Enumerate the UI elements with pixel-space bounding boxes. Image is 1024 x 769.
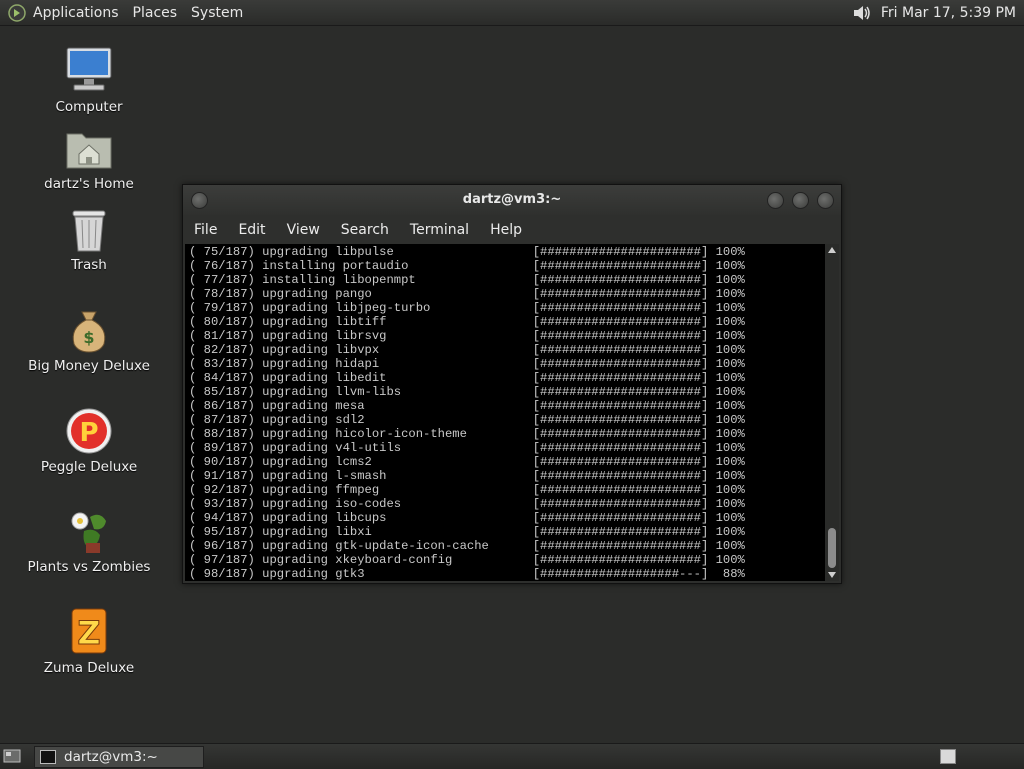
- scroll-down-arrow-icon[interactable]: [828, 572, 836, 578]
- scroll-up-arrow-icon[interactable]: [828, 247, 836, 253]
- volume-icon[interactable]: [851, 2, 873, 24]
- menu-search[interactable]: Search: [341, 222, 389, 238]
- desktop-icon-label: Trash: [71, 257, 107, 273]
- svg-text:$: $: [83, 328, 94, 347]
- terminal-line: ( 91/187) upgrading l-smash [###########…: [189, 469, 745, 483]
- svg-text:Z: Z: [77, 614, 100, 652]
- close-button[interactable]: [817, 192, 834, 209]
- terminal-line: ( 82/187) upgrading libvpx [############…: [189, 343, 745, 357]
- terminal-line: ( 76/187) installing portaudio [########…: [189, 259, 745, 273]
- scrollbar-thumb[interactable]: [828, 528, 836, 568]
- computer-icon: [66, 47, 112, 91]
- desktop-icon-home[interactable]: dartz's Home: [14, 128, 164, 192]
- system-menu[interactable]: System: [191, 5, 243, 21]
- desktop-icon-plants-vs-zombies[interactable]: Plants vs Zombies: [14, 507, 164, 575]
- terminal-line: ( 83/187) upgrading hidapi [############…: [189, 357, 745, 371]
- maximize-button[interactable]: [792, 192, 809, 209]
- peggle-icon: P: [66, 408, 112, 454]
- terminal-line: ( 78/187) upgrading pango [#############…: [189, 287, 745, 301]
- desktop-icon-label: dartz's Home: [44, 176, 134, 192]
- desktop-icon-label: Zuma Deluxe: [43, 660, 135, 676]
- terminal-line: ( 87/187) upgrading sdl2 [##############…: [189, 413, 745, 427]
- minimize-button[interactable]: [767, 192, 784, 209]
- desktop-icon-label: Plants vs Zombies: [27, 559, 151, 575]
- terminal-menubar: File Edit View Search Terminal Help: [183, 215, 841, 244]
- workspace-switcher[interactable]: [940, 749, 956, 764]
- plants-vs-zombies-icon: [71, 512, 106, 553]
- desktop-icon-label: Computer: [55, 99, 123, 115]
- taskbar-button-terminal[interactable]: dartz@vm3:~: [34, 746, 204, 768]
- bottom-panel: dartz@vm3:~: [0, 743, 1024, 769]
- terminal-line: ( 97/187) upgrading xkeyboard-config [##…: [189, 553, 745, 567]
- terminal-line: ( 77/187) installing libopenmpt [#######…: [189, 273, 745, 287]
- terminal-icon: [40, 750, 56, 764]
- desktop-icon-big-money[interactable]: $ Big Money Deluxe: [14, 308, 164, 374]
- zuma-icon: Z: [71, 608, 107, 654]
- taskbar-button-label: dartz@vm3:~: [64, 749, 158, 765]
- terminal-line: ( 93/187) upgrading iso-codes [#########…: [189, 497, 745, 511]
- desktop-icon-label: Big Money Deluxe: [28, 358, 150, 374]
- show-desktop-icon[interactable]: [3, 748, 21, 764]
- gnome-foot-icon[interactable]: [7, 3, 27, 23]
- terminal-line: ( 90/187) upgrading lcms2 [#############…: [189, 455, 745, 469]
- window-titlebar[interactable]: dartz@vm3:~: [183, 185, 841, 215]
- applications-menu[interactable]: Applications: [33, 5, 119, 21]
- terminal-line: ( 94/187) upgrading libcups [###########…: [189, 511, 745, 525]
- terminal-line: ( 80/187) upgrading libtiff [###########…: [189, 315, 745, 329]
- window-title: dartz@vm3:~: [462, 192, 562, 207]
- terminal-output[interactable]: ( 75/187) upgrading libpulse [##########…: [185, 244, 825, 581]
- svg-text:P: P: [79, 418, 98, 448]
- desktop-icon-zuma[interactable]: Z Zuma Deluxe: [14, 606, 164, 676]
- terminal-line: ( 79/187) upgrading libjpeg-turbo [#####…: [189, 301, 745, 315]
- terminal-line: ( 95/187) upgrading libxi [#############…: [189, 525, 745, 539]
- home-folder-icon: [66, 133, 112, 169]
- menu-edit[interactable]: Edit: [238, 222, 265, 238]
- desktop-icon-label: Peggle Deluxe: [40, 459, 138, 475]
- terminal-scrollbar[interactable]: [825, 244, 839, 581]
- terminal-line: ( 89/187) upgrading v4l-utils [#########…: [189, 441, 745, 455]
- terminal-window[interactable]: dartz@vm3:~ File Edit View Search Termin…: [182, 184, 842, 584]
- money-bag-icon: $: [72, 311, 106, 353]
- clock[interactable]: Fri Mar 17, 5:39 PM: [881, 5, 1016, 21]
- menu-view[interactable]: View: [287, 222, 320, 238]
- terminal-line: ( 96/187) upgrading gtk-update-icon-cach…: [189, 539, 745, 553]
- menu-terminal[interactable]: Terminal: [410, 222, 469, 238]
- desktop-icon-computer[interactable]: Computer: [14, 45, 164, 115]
- terminal-line: ( 86/187) upgrading mesa [##############…: [189, 399, 745, 413]
- window-menu-button[interactable]: [191, 192, 208, 209]
- menu-help[interactable]: Help: [490, 222, 522, 238]
- desktop-icon-peggle[interactable]: P Peggle Deluxe: [14, 407, 164, 475]
- terminal-line: ( 81/187) upgrading librsvg [###########…: [189, 329, 745, 343]
- terminal-line: ( 75/187) upgrading libpulse [##########…: [189, 245, 745, 259]
- top-panel: Applications Places System Fri Mar 17, 5…: [0, 0, 1024, 26]
- terminal-line: ( 85/187) upgrading llvm-libs [#########…: [189, 385, 745, 399]
- terminal-line: ( 84/187) upgrading libedit [###########…: [189, 371, 745, 385]
- menu-file[interactable]: File: [194, 222, 217, 238]
- terminal-line: ( 98/187) upgrading gtk3 [##############…: [189, 567, 745, 581]
- terminal-line: ( 92/187) upgrading ffmpeg [############…: [189, 483, 745, 497]
- trash-icon: [72, 210, 106, 252]
- desktop-icon-trash[interactable]: Trash: [14, 207, 164, 273]
- places-menu[interactable]: Places: [133, 5, 178, 21]
- terminal-lines: ( 75/187) upgrading libpulse [##########…: [189, 245, 745, 581]
- terminal-line: ( 88/187) upgrading hicolor-icon-theme […: [189, 427, 745, 441]
